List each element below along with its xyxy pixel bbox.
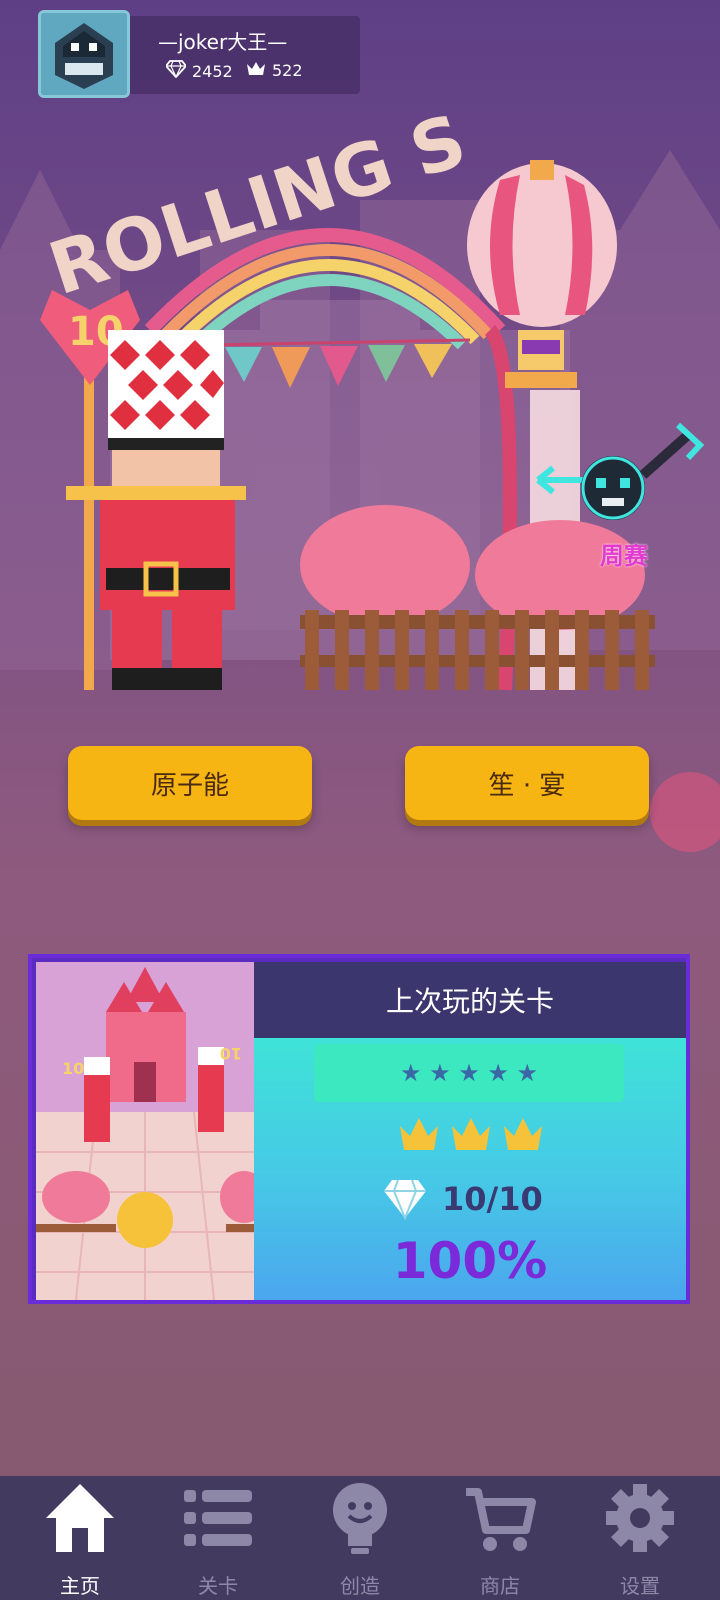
nav-item-create[interactable]: 创造 <box>288 1476 432 1600</box>
thumb-badge-right: 10 <box>220 1044 242 1063</box>
list-icon <box>184 1490 252 1546</box>
mode-button-left[interactable]: 原子能 <box>68 746 312 820</box>
gem-balance: 2452 <box>164 60 233 82</box>
nav-label-levels: 关卡 <box>198 1574 238 1598</box>
avatar[interactable] <box>38 10 130 98</box>
crowns-earned <box>398 1116 544 1154</box>
weekly-challenge-button[interactable]: 周赛 <box>528 420 708 570</box>
nav-label-settings: 设置 <box>620 1574 660 1598</box>
nav-item-shop[interactable]: 商店 <box>428 1476 572 1600</box>
cart-icon <box>466 1488 536 1551</box>
crown-balance: 522 <box>246 60 303 80</box>
gem-count: 2452 <box>192 61 233 81</box>
nav-item-settings[interactable]: 设置 <box>568 1476 712 1600</box>
mode-button-right[interactable]: 笙 · 宴 <box>405 746 649 820</box>
home-icon <box>46 1484 114 1552</box>
level-thumbnail-image: 10 10 <box>36 962 254 1300</box>
crown-icon <box>504 1118 542 1150</box>
crown-count: 522 <box>272 60 303 80</box>
star-rating: ★ ★ ★ ★ ★ <box>314 1044 624 1102</box>
gems-collected: 10/10 <box>382 1178 543 1220</box>
completion-percent: 100% <box>392 1232 548 1290</box>
nav-label-create: 创造 <box>340 1574 380 1598</box>
player-name: —joker大王— <box>158 30 288 54</box>
nav-label-shop: 商店 <box>480 1574 520 1598</box>
level-stats: ★ ★ ★ ★ ★ 10/10 100% <box>254 1038 686 1300</box>
lightbulb-icon <box>333 1483 387 1554</box>
diamond-icon <box>164 60 188 82</box>
diamond-icon <box>384 1179 426 1220</box>
weekly-challenge-label: 周赛 <box>600 542 648 570</box>
profile-panel: —joker大王— 2452 522 <box>130 16 360 94</box>
thumb-badge-left: 10 <box>62 1059 84 1078</box>
gem-progress: 10/10 <box>442 1180 543 1218</box>
bottom-nav: 主页 关卡 创造 商店 设置 <box>0 1476 720 1600</box>
drone-icon <box>536 422 705 520</box>
robot-avatar-icon <box>41 13 127 95</box>
crown-icon <box>400 1118 438 1150</box>
gear-icon <box>606 1484 674 1552</box>
last-played-title: 上次玩的关卡 <box>254 962 686 1038</box>
nav-label-home: 主页 <box>60 1574 100 1598</box>
nav-item-home[interactable]: 主页 <box>8 1476 152 1600</box>
last-played-card[interactable]: 10 10 上次玩的关卡 ★ ★ ★ ★ ★ 10/10 100% <box>28 954 690 1304</box>
crown-icon <box>452 1118 490 1150</box>
crown-icon <box>246 60 266 80</box>
level-thumbnail[interactable]: 10 10 <box>36 962 254 1300</box>
nav-item-levels[interactable]: 关卡 <box>146 1476 290 1600</box>
